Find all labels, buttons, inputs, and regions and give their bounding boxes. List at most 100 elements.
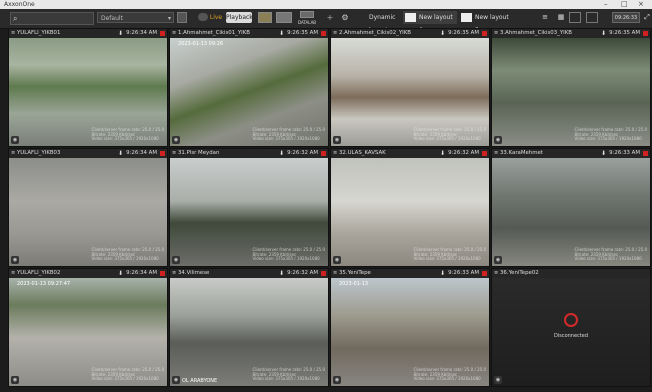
- chevron-down-icon: ▾: [167, 15, 171, 22]
- camera-tile[interactable]: ≡ 31.Plsr Meydan ⬇ 9:26:32 AM Client/server …: [169, 148, 329, 267]
- video-timestamp: 2023-01-13: [339, 281, 369, 287]
- search-input[interactable]: ⌕: [10, 12, 94, 25]
- record-indicator-icon: [482, 151, 487, 156]
- tab-new-layout-5[interactable]: New layout 5: [459, 11, 513, 34]
- camera-tile[interactable]: ≡ YULAFLI_YIKB03 ⬇ 9:26:34 AM Client/server …: [8, 148, 168, 267]
- camera-name: 35.YeniTepe: [339, 270, 371, 276]
- camera-icon[interactable]: ◉: [333, 376, 341, 384]
- archive-icon[interactable]: [258, 12, 272, 23]
- split-view-icon[interactable]: [586, 12, 598, 23]
- tab-dynamic-layout[interactable]: Dynamic layout: [353, 11, 401, 34]
- camera-name: 1.Ahmahmet_Cikis01_YIKB: [178, 30, 250, 36]
- camera-tile[interactable]: ≡ YULAFLI_YIKB01 ⬇ 9:26:34 AM Client/server …: [8, 28, 168, 147]
- camera-tile[interactable]: ≡ 35.YeniTepe ⬇ 9:26:33 AM Client/server fra…: [330, 268, 490, 387]
- export-icon[interactable]: ⬇: [601, 29, 606, 38]
- toolbar: ⌕ Default ▾ Live Playback DATALAB + ⚙ Dy…: [0, 9, 652, 34]
- camera-icon[interactable]: ◉: [494, 136, 502, 144]
- camera-time: 9:26:34 AM: [126, 30, 157, 36]
- camera-icon[interactable]: ◉: [172, 136, 180, 144]
- playback-button[interactable]: Playback: [226, 12, 253, 23]
- list-icon[interactable]: [177, 12, 187, 23]
- tab-new-layout-6[interactable]: New layout 6: [403, 11, 457, 34]
- export-icon[interactable]: ⬇: [279, 149, 284, 158]
- export-icon[interactable]: ⬇: [440, 269, 445, 278]
- camera-tile[interactable]: ≡ 3.Ahmahmet_Cikis03_YIKB ⬇ 9:26:35 AM Clien…: [491, 28, 651, 147]
- filter-icon[interactable]: ≡: [494, 29, 498, 38]
- camera-feed[interactable]: [492, 278, 650, 386]
- filter-icon[interactable]: ≡: [11, 149, 15, 158]
- stream-stat-line: Video size: 375x305 / 1920x1080: [413, 376, 481, 382]
- export-icon[interactable]: ⬇: [440, 29, 445, 38]
- export-icon[interactable]: ⬇: [118, 29, 123, 38]
- filter-icon[interactable]: ≡: [11, 29, 15, 38]
- video-timestamp: 2023-01-13 09:26: [178, 41, 224, 47]
- stream-stats: Client/server frame rate: 25.0 / 25.0 Bit…: [92, 128, 164, 142]
- filter-icon[interactable]: ≡: [172, 149, 176, 158]
- camera-tile[interactable]: ≡ 34.Vilimese ⬇ 9:26:32 AM Client/server fra…: [169, 268, 329, 387]
- camera-icon[interactable]: ◉: [172, 256, 180, 264]
- datalab-icon[interactable]: [300, 11, 314, 18]
- datalab-label: DATALAB: [297, 20, 317, 25]
- record-indicator-icon: [160, 31, 165, 36]
- gear-icon[interactable]: ⚙: [339, 12, 351, 23]
- camera-icon[interactable]: ◉: [333, 256, 341, 264]
- camera-tile[interactable]: ≡ 32.ULAS_KAVSAK ⬇ 9:26:32 AM Client/server …: [330, 148, 490, 267]
- camera-header: ≡ 35.YeniTepe ⬇ 9:26:33 AM: [331, 269, 489, 278]
- camera-tile[interactable]: ≡ 33.KaraMehmet ⬇ 9:26:33 AM Client/server f…: [491, 148, 651, 267]
- record-indicator-icon: [482, 31, 487, 36]
- camera-grid: ≡ YULAFLI_YIKB01 ⬇ 9:26:34 AM Client/server …: [8, 28, 651, 389]
- camera-icon[interactable]: ◉: [11, 256, 19, 264]
- minimize-icon[interactable]: –: [604, 0, 608, 9]
- filter-icon[interactable]: ≡: [494, 269, 498, 278]
- stream-stats: Client/server frame rate: 25.0 / 25.0 Bit…: [253, 248, 325, 262]
- expand-icon[interactable]: ⤢: [643, 12, 651, 23]
- camera-header: ≡ 33.KaraMehmet ⬇ 9:26:33 AM: [492, 149, 650, 158]
- stream-stat-line: Video size: 375x305 / 1920x1080: [574, 256, 642, 262]
- camera-tile[interactable]: ≡ 36.YeniTepe02 Disconnected ◉: [491, 268, 651, 387]
- filter-icon[interactable]: ≡: [172, 269, 176, 278]
- camera-tile[interactable]: ≡ 2.Ahmahmet_Cikis02_YIKB ⬇ 9:26:35 AM Clien…: [330, 28, 490, 147]
- layout-preview-icon[interactable]: [276, 12, 292, 23]
- camera-name: YULAFLI_YIKB02: [17, 270, 61, 276]
- fullscreen-icon[interactable]: [569, 12, 581, 23]
- record-indicator-icon: [643, 151, 648, 156]
- camera-icon[interactable]: ◉: [494, 376, 502, 384]
- camera-time: 9:26:33 AM: [609, 150, 640, 156]
- camera-name: YULAFLI_YIKB01: [17, 30, 61, 36]
- export-icon[interactable]: ⬇: [279, 269, 284, 278]
- export-icon[interactable]: ⬇: [601, 149, 606, 158]
- stream-stats: Client/server frame rate: 25.0 / 25.0 Bit…: [92, 368, 164, 382]
- maximize-icon[interactable]: □: [621, 0, 628, 9]
- record-indicator-icon: [643, 31, 648, 36]
- camera-icon[interactable]: ◉: [494, 256, 502, 264]
- filter-icon[interactable]: ≡: [333, 269, 337, 278]
- export-icon[interactable]: ⬇: [118, 149, 123, 158]
- camera-icon[interactable]: ◉: [333, 136, 341, 144]
- filter-icon[interactable]: ≡: [333, 149, 337, 158]
- filter-icon[interactable]: ≡: [494, 149, 498, 158]
- menu-icon[interactable]: ≡: [540, 12, 550, 23]
- filter-icon[interactable]: ≡: [333, 29, 337, 38]
- close-icon[interactable]: ×: [638, 0, 644, 9]
- camera-header: ≡ 36.YeniTepe02: [492, 269, 650, 278]
- camera-name: 3.Ahmahmet_Cikis03_YIKB: [500, 30, 572, 36]
- add-layout-icon[interactable]: +: [326, 12, 334, 23]
- camera-icon[interactable]: ◉: [11, 376, 19, 384]
- preset-value: Default: [101, 15, 123, 22]
- grid-view-icon[interactable]: ▦: [556, 12, 566, 23]
- live-button[interactable]: Live: [208, 12, 224, 23]
- camera-tile[interactable]: ≡ YULAFLI_YIKB02 ⬇ 9:26:34 AM Client/server …: [8, 268, 168, 387]
- stream-stats: Client/server frame rate: 25.0 / 25.0 Bit…: [414, 248, 486, 262]
- preset-select[interactable]: Default ▾: [97, 12, 174, 23]
- camera-icon[interactable]: ◉: [172, 376, 180, 384]
- export-icon[interactable]: ⬇: [440, 149, 445, 158]
- filter-icon[interactable]: ≡: [11, 269, 15, 278]
- camera-header: ≡ 3.Ahmahmet_Cikis03_YIKB ⬇ 9:26:35 AM: [492, 29, 650, 38]
- camera-tile[interactable]: ≡ 1.Ahmahmet_Cikis01_YIKB ⬇ 9:26:35 AM Clien…: [169, 28, 329, 147]
- camera-icon[interactable]: ◉: [11, 136, 19, 144]
- filter-icon[interactable]: ≡: [172, 29, 176, 38]
- export-icon[interactable]: ⬇: [118, 269, 123, 278]
- stream-stats: Client/server frame rate: 25.0 / 25.0 Bit…: [414, 368, 486, 382]
- export-icon[interactable]: ⬇: [279, 29, 284, 38]
- live-toggle[interactable]: [198, 13, 208, 21]
